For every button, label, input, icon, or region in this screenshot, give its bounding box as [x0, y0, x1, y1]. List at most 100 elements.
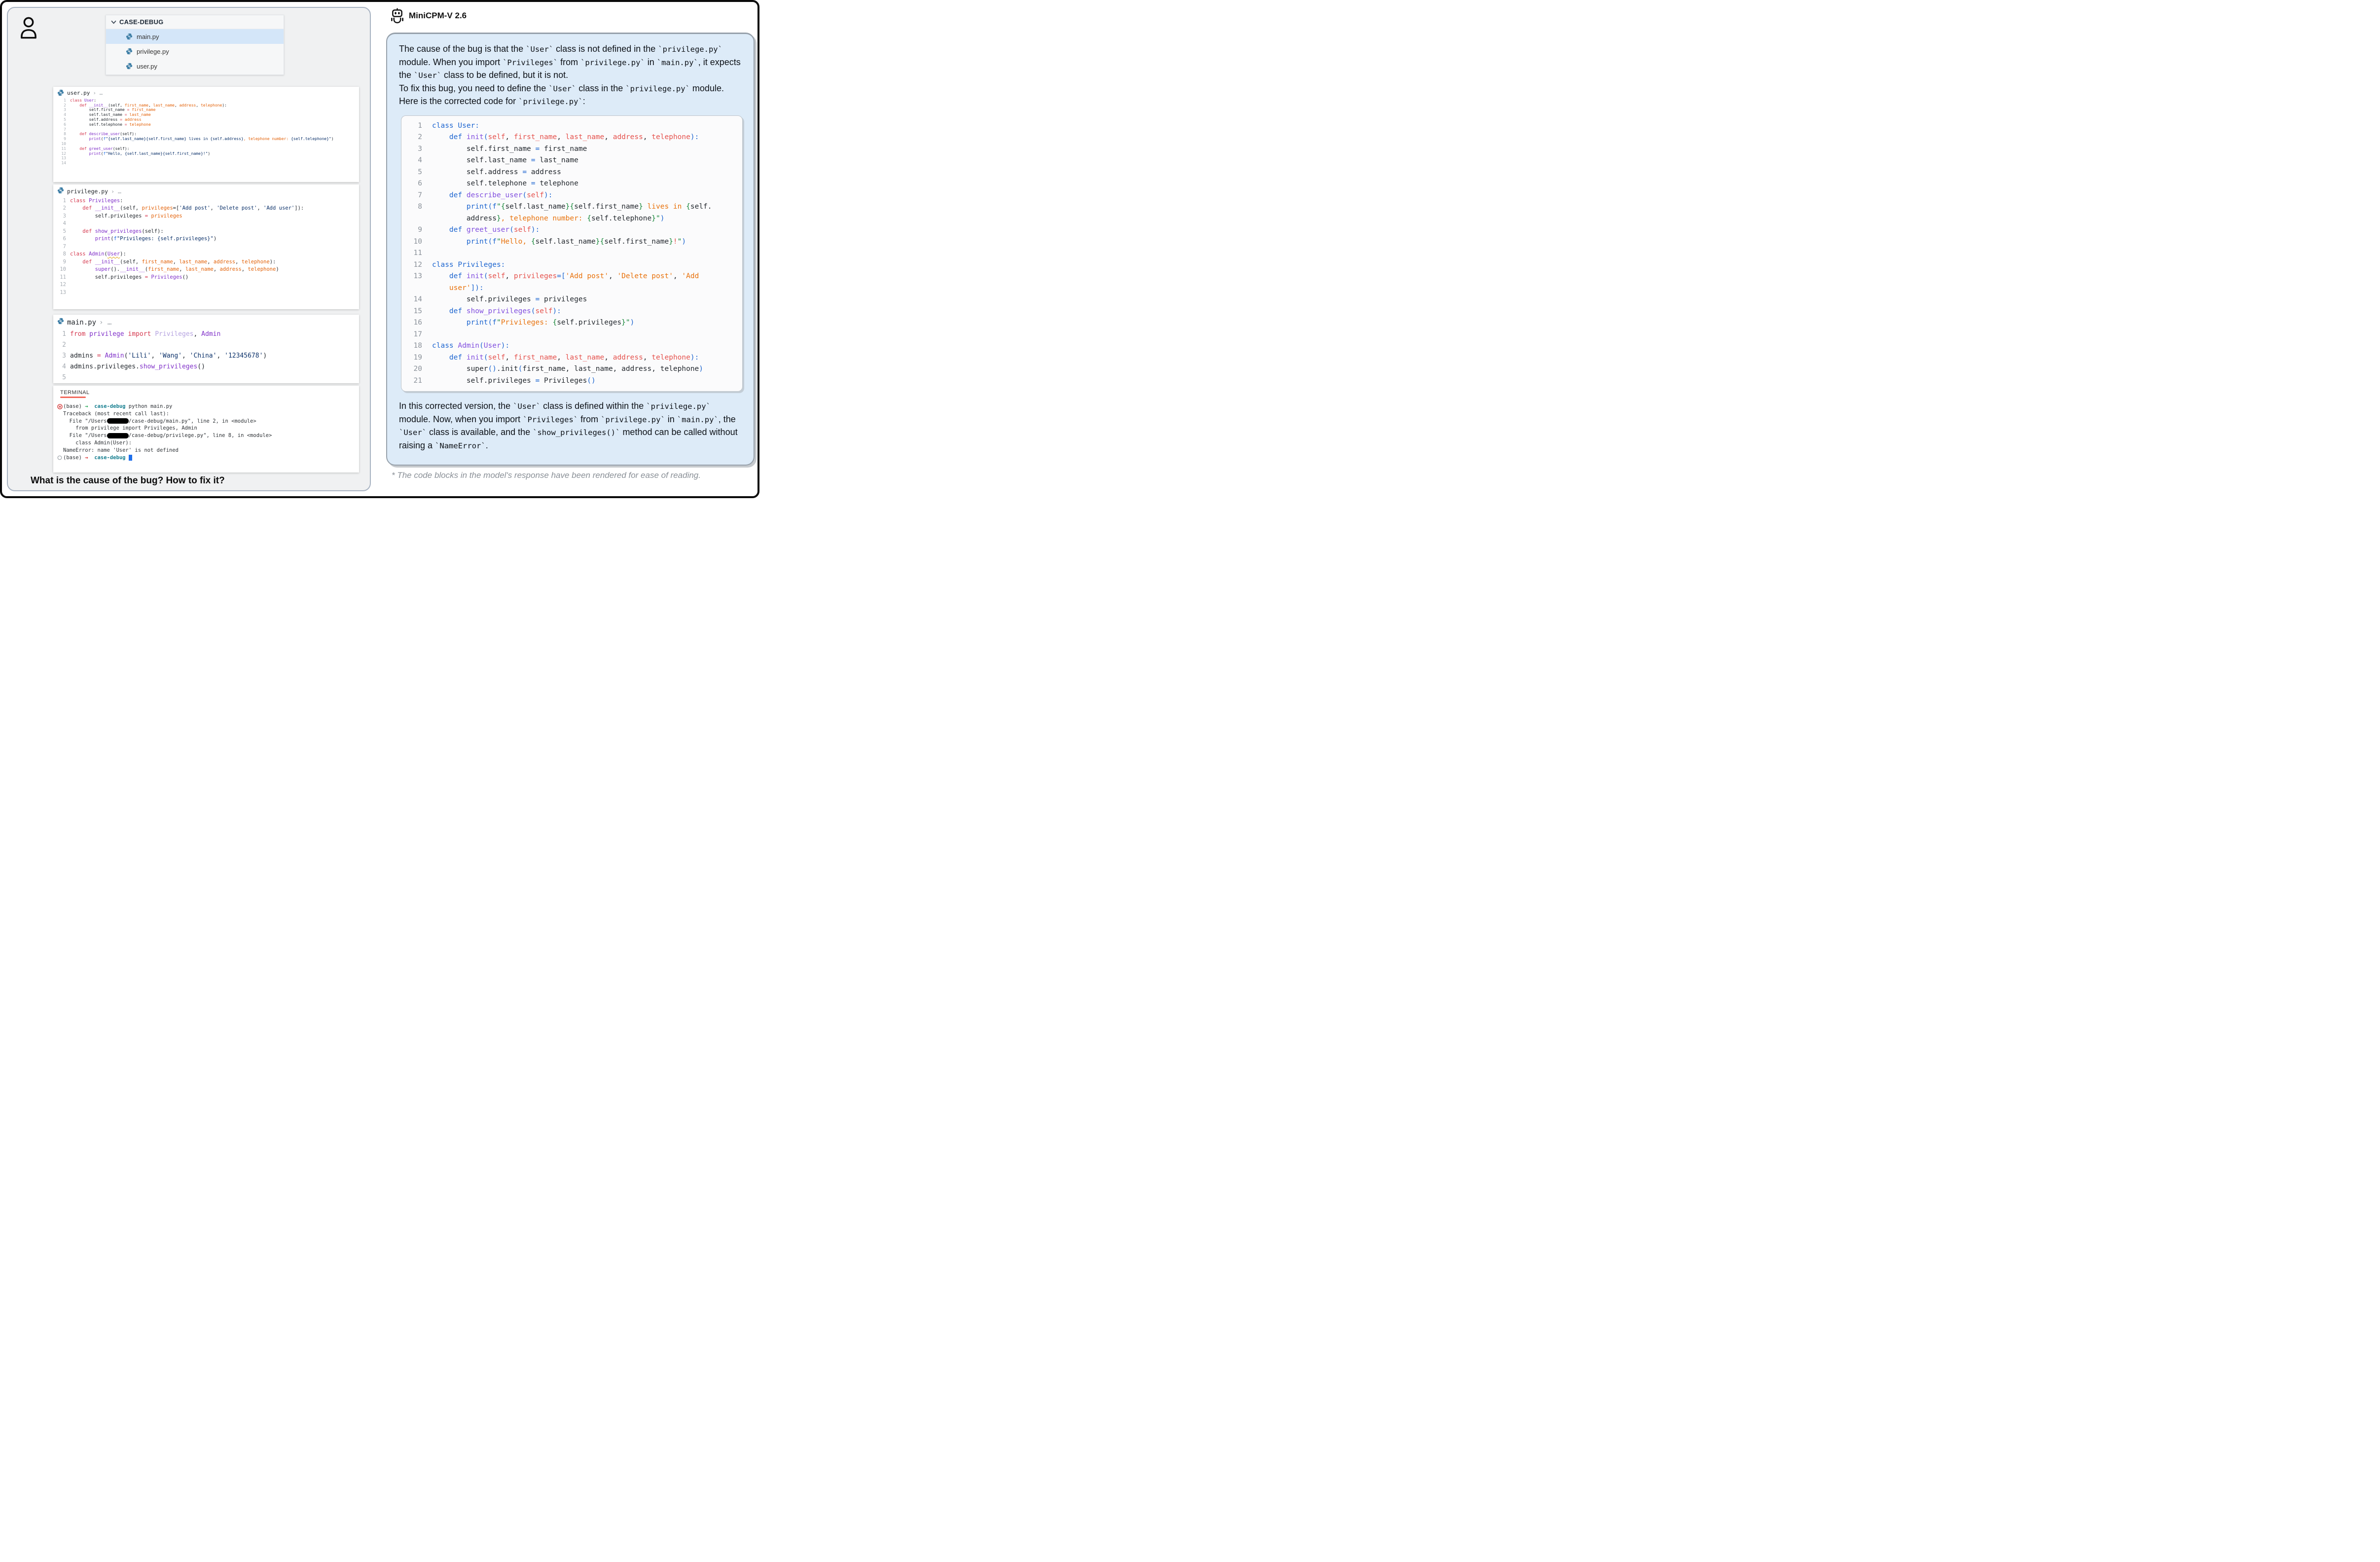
python-file-icon: [126, 48, 133, 55]
code-token: telephone: [651, 354, 690, 362]
line-number: 9: [53, 137, 70, 142]
robot-icon: [391, 8, 404, 24]
terminal-output[interactable]: (base) → case-debug python main.pyTraceb…: [53, 398, 359, 461]
code-token: super: [432, 365, 488, 373]
text-run: from: [578, 414, 601, 424]
text-run: class in the: [576, 83, 625, 93]
line-number: 13: [401, 271, 432, 283]
code-token: address: [467, 215, 497, 222]
code-token: ]: [471, 284, 475, 292]
explorer-item-main-py[interactable]: main.py: [106, 29, 284, 44]
code-token: /case-debug/main.py", line 2, in <module…: [129, 418, 256, 425]
code-token: ,: [179, 266, 185, 272]
code-token: last_name: [179, 259, 207, 265]
code-token: ,: [643, 133, 651, 141]
code-line: 7 def describe_user(self):: [401, 190, 739, 202]
code-token: }: [669, 238, 673, 246]
line-number: 4: [53, 220, 70, 228]
code-token: greet_user: [89, 146, 113, 151]
line-number: 4: [53, 362, 70, 372]
code-token: "Privileges: {self.privileges}": [117, 236, 214, 242]
editor-code-area[interactable]: 1class User:2 def __init__(self, first_n…: [53, 98, 359, 166]
code-token: (self,: [108, 103, 125, 108]
code-token: show_privileges: [140, 363, 197, 370]
code-token: [432, 354, 449, 362]
line-number: 10: [53, 142, 70, 146]
line-content: from privilege import Privileges, Admin: [70, 329, 220, 340]
explorer-root-row[interactable]: CASE-DEBUG: [106, 15, 284, 29]
code-token: (: [522, 191, 527, 199]
code-token: ,: [643, 354, 651, 362]
inline-code: `privilege.py`: [658, 45, 722, 54]
code-token: self.address: [432, 168, 522, 176]
code-line: 10: [53, 142, 359, 146]
code-token: 'China': [190, 352, 217, 360]
code-token: import: [128, 330, 151, 338]
code-token: last_name: [566, 133, 605, 141]
code-token: {: [686, 203, 690, 211]
explorer-item-user-py[interactable]: user.py: [106, 59, 284, 73]
explorer-item-privilege-py[interactable]: privilege.py: [106, 44, 284, 59]
code-token: class: [70, 251, 86, 257]
inline-code: `User`: [548, 84, 576, 93]
code-token: Privileges: [89, 198, 120, 204]
code-token: ,: [505, 272, 513, 280]
code-token: ": [497, 203, 501, 211]
line-number: 5: [53, 117, 70, 122]
line-content: class User:: [70, 98, 96, 103]
line-content: def init(self, first_name, last_name, ad…: [432, 352, 699, 364]
code-token: last_name: [566, 354, 605, 362]
rendered-code-block: 1class User:2 def init(self, first_name,…: [401, 115, 743, 392]
code-token: {: [570, 203, 574, 211]
line-number: 10: [53, 266, 70, 274]
code-token: '12345678': [224, 352, 263, 360]
line-number: 11: [53, 146, 70, 151]
code-token: (: [484, 354, 488, 362]
terminal-cursor[interactable]: [129, 455, 132, 461]
code-line: 2 def init(self, first_name, last_name, …: [401, 132, 739, 144]
code-token: Privileges:: [501, 319, 553, 327]
code-token: File "/Users: [63, 418, 107, 425]
code-token: self.address: [70, 117, 120, 122]
code-line: 8 print(f"{self.last_name}{self.first_na…: [401, 201, 739, 213]
terminal-row-icon: [56, 404, 63, 409]
line-number: 20: [401, 363, 432, 375]
code-token: first_name: [540, 145, 587, 153]
code-token: [70, 146, 79, 151]
code-line: 13: [53, 156, 359, 161]
line-content: admins = Admin('Lili', 'Wang', 'China', …: [70, 351, 267, 362]
code-token: show_privileges: [95, 228, 142, 234]
code-line: 1from privilege import Privileges, Admin: [53, 329, 359, 340]
code-token: User: [484, 342, 501, 350]
line-content: print(f"{self.last_name}{self.first_name…: [70, 137, 334, 142]
text-run: .: [486, 440, 488, 450]
code-token: [70, 103, 79, 108]
code-token: , telephone number:: [244, 137, 291, 141]
line-number: 6: [53, 235, 70, 243]
editor-code-area[interactable]: 1from privilege import Privileges, Admin…: [53, 329, 359, 383]
code-token: ,: [557, 133, 565, 141]
model-name: MiniCPM-V 2.6: [409, 11, 467, 21]
code-token: self.privileges: [432, 295, 536, 303]
code-token: (): [587, 377, 595, 385]
text-run: The cause of the bug is that the: [399, 44, 526, 54]
terminal-row-icon: [56, 455, 63, 460]
code-line: 5: [53, 372, 359, 383]
code-token: }: [497, 215, 501, 222]
line-number: 2: [53, 205, 70, 213]
editor-code-area[interactable]: 1class Privileges:2 def __init__(self, p…: [53, 197, 359, 297]
code-token: NameError: name 'User' is not defined: [63, 447, 179, 454]
code-token: print: [467, 238, 488, 246]
error-icon: [57, 404, 63, 409]
code-line: 6 self.telephone = telephone: [401, 178, 739, 190]
code-token: (: [479, 342, 484, 350]
terminal-row: class Admin(User):: [56, 439, 355, 447]
inline-code: `User`: [513, 402, 541, 411]
code-line: 3 self.first_name = first_name: [53, 108, 359, 112]
code-token: ,: [673, 272, 682, 280]
code-token: self.privileges: [432, 377, 536, 385]
terminal-title: TERMINAL: [53, 386, 90, 397]
terminal-row: NameError: name 'User' is not defined: [56, 447, 355, 454]
explorer-items: main.py privilege.py user.py: [106, 29, 284, 73]
code-token: [: [561, 272, 566, 280]
